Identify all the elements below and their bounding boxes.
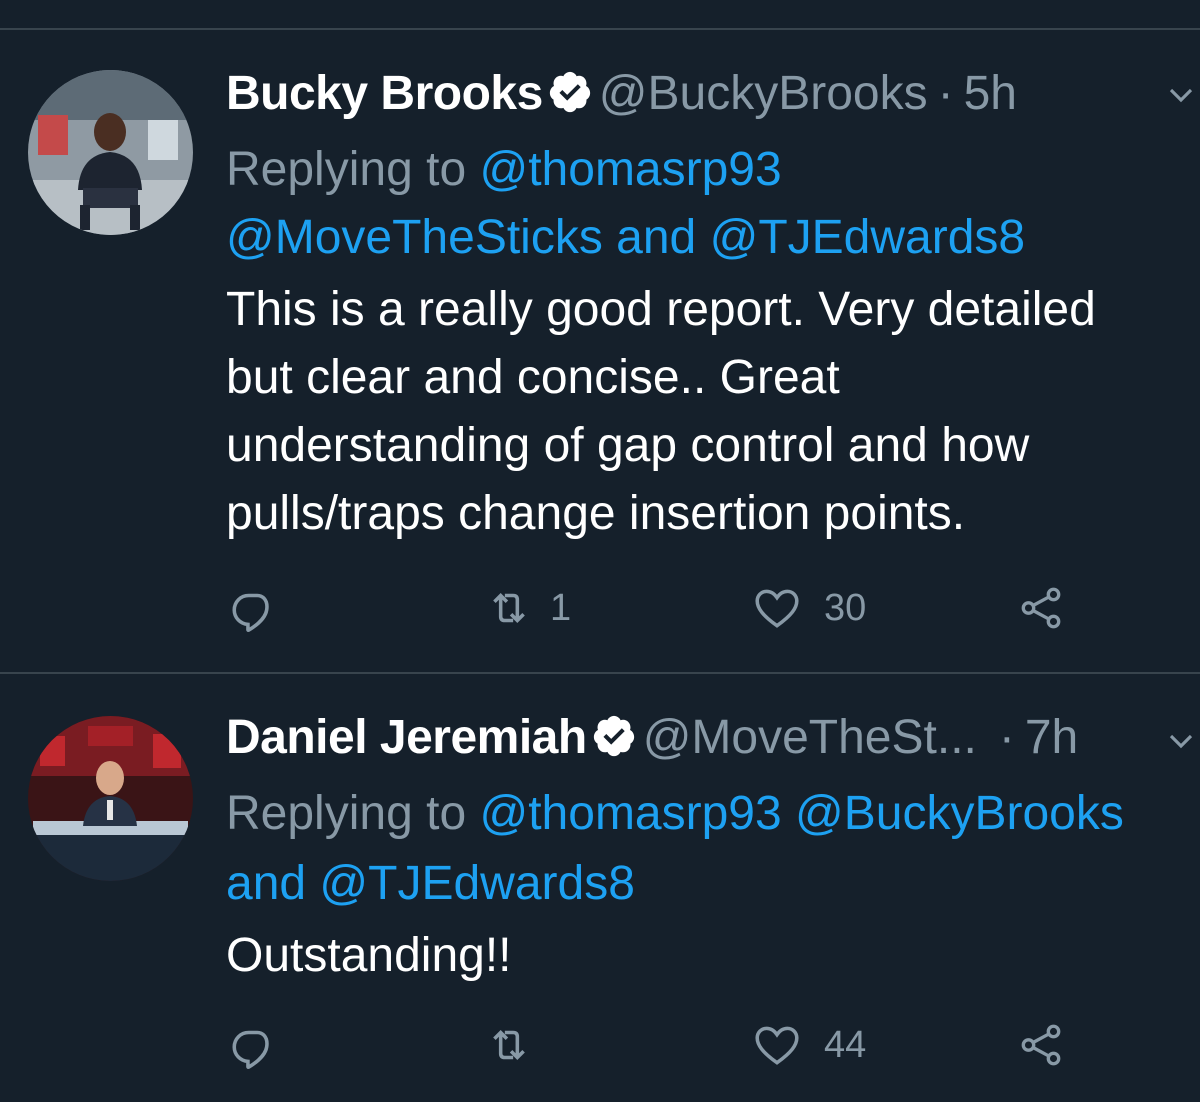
timestamp[interactable]: 7h <box>1025 711 1078 764</box>
tweet-bucky-brooks[interactable]: Bucky Brooks @BuckyBrooks · 5h Replying to … <box>0 0 1200 672</box>
reply-icon <box>232 1030 269 1070</box>
avatar-photo-daniel <box>28 716 193 881</box>
avatar[interactable] <box>28 716 193 881</box>
tweet-actions: 44 <box>0 1020 1200 1080</box>
avatar[interactable] <box>28 70 193 235</box>
retweet-button[interactable] <box>484 1020 556 1070</box>
tweet-daniel-jeremiah[interactable]: Daniel Jeremiah @MoveTheSt... · 7h Replying… <box>0 674 1200 1102</box>
replying-to-line: Replying to @thomasrp93 <box>226 136 782 204</box>
tweet-actions: 1 30 <box>0 583 1200 643</box>
tweet-header: Daniel Jeremiah @MoveTheSt... · 7h <box>226 708 1078 768</box>
verified-badge-icon <box>549 71 590 113</box>
retweet-button[interactable]: 1 <box>484 583 571 633</box>
tweet-text: Outstanding!! <box>226 922 1196 990</box>
heart-icon <box>755 1026 799 1065</box>
tweet-header: Bucky Brooks @BuckyBrooks · 5h <box>226 64 1017 124</box>
replying-to-line: Replying to @thomasrp93 @BuckyBrooks <box>226 780 1124 848</box>
avatar-photo-bucky <box>28 70 193 235</box>
tweet-text-line: This is a really good report. Very detai… <box>226 283 1096 336</box>
chevron-down-icon[interactable] <box>1166 80 1196 110</box>
mention-link[interactable]: @thomasrp93 @BuckyBrooks <box>479 787 1123 840</box>
separator-dot: · <box>998 711 1015 764</box>
chevron-down-icon[interactable] <box>1166 726 1196 756</box>
like-button[interactable]: 44 <box>752 1020 866 1070</box>
user-handle[interactable]: @BuckyBrooks <box>599 67 928 120</box>
like-count: 30 <box>824 586 867 629</box>
mention-link[interactable]: @MoveTheSticks and @TJEdwards8 <box>226 211 1025 264</box>
share-button[interactable] <box>1016 1020 1066 1070</box>
timestamp[interactable]: 5h <box>964 67 1017 120</box>
retweet-count: 1 <box>550 586 572 629</box>
tweet-text-line: understanding of gap control and how <box>226 419 1030 472</box>
separator-dot: · <box>937 67 954 120</box>
replying-to-line-2: and @TJEdwards8 <box>226 850 635 918</box>
replying-to-label: Replying to <box>226 787 467 840</box>
mention-link[interactable]: and @TJEdwards8 <box>226 857 635 910</box>
replying-to-label: Replying to <box>226 143 467 196</box>
tweet-text-line: but clear and concise.. Great <box>226 351 840 404</box>
like-button[interactable]: 30 <box>752 583 866 633</box>
share-icon <box>1021 1024 1061 1066</box>
replying-to-line-2: @MoveTheSticks and @TJEdwards8 <box>226 204 1025 272</box>
reply-button[interactable] <box>228 1020 278 1070</box>
retweet-icon <box>493 1029 525 1061</box>
user-handle[interactable]: @MoveTheSt... <box>643 711 977 764</box>
verified-badge-icon <box>593 715 634 757</box>
share-button[interactable] <box>1016 583 1066 633</box>
heart-icon <box>755 589 799 628</box>
tweet-text: This is a really good report. Very detai… <box>226 276 1196 548</box>
retweet-icon <box>493 592 525 624</box>
like-count: 44 <box>824 1023 867 1066</box>
tweet-text-line: Outstanding!! <box>226 929 512 982</box>
tweet-text-line: pulls/traps change insertion points. <box>226 487 966 540</box>
reply-icon <box>232 593 269 633</box>
share-icon <box>1021 587 1061 629</box>
mention-link[interactable]: @thomasrp93 <box>479 143 781 196</box>
reply-button[interactable] <box>228 583 278 633</box>
display-name[interactable]: Daniel Jeremiah <box>226 711 587 764</box>
display-name[interactable]: Bucky Brooks <box>226 67 543 120</box>
